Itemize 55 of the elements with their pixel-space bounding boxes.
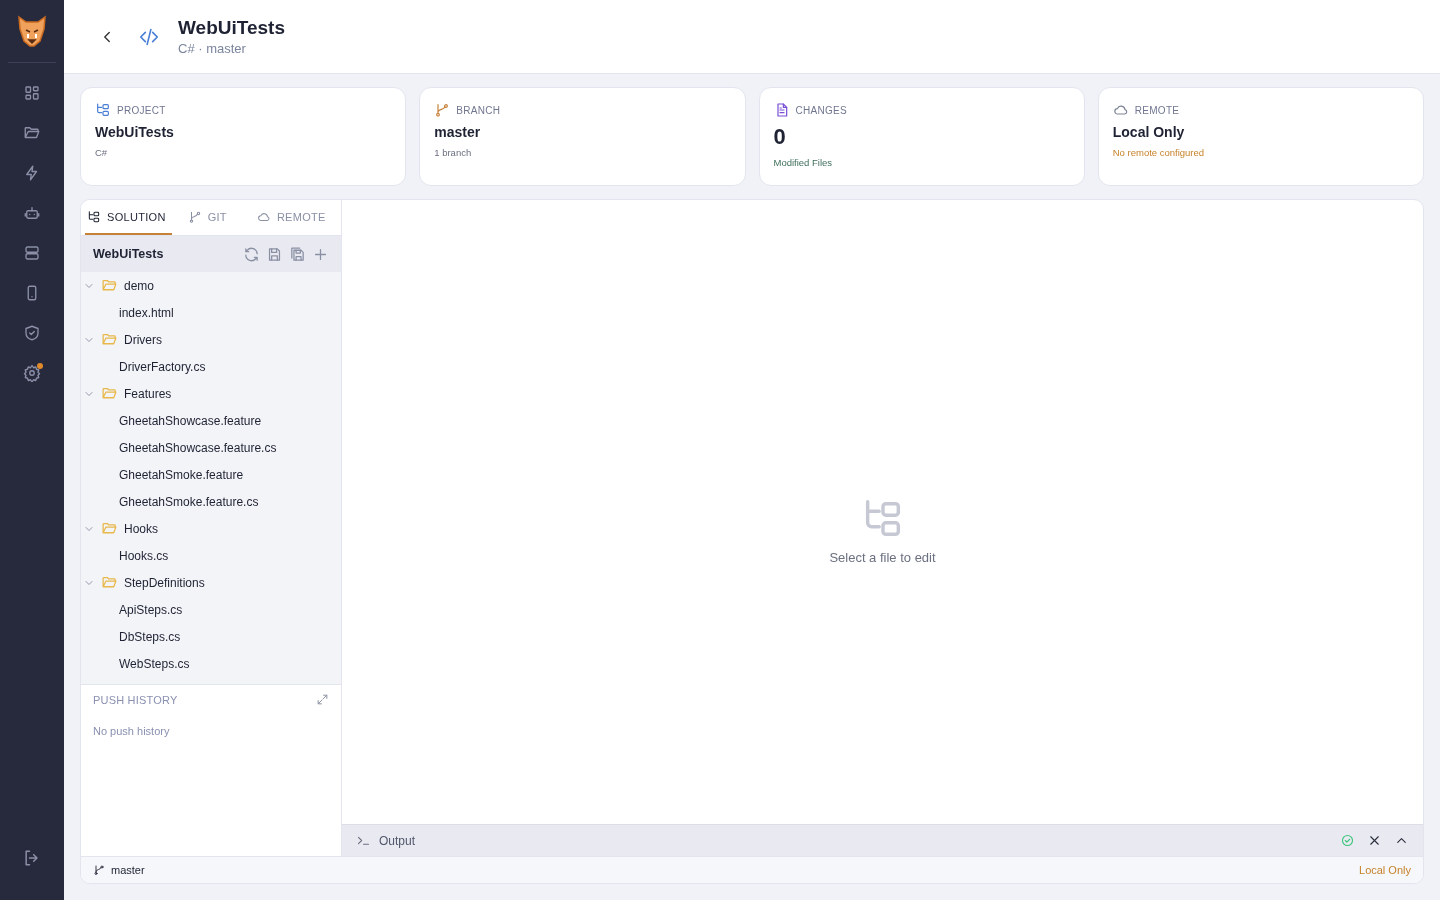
card-value: WebUiTests: [95, 124, 175, 140]
folder-tree-icon: [87, 209, 101, 224]
folder-row[interactable]: StepDefinitions: [81, 569, 341, 596]
save-all-button[interactable]: [289, 245, 306, 263]
server-icon: [23, 244, 41, 262]
folder-row[interactable]: Drivers: [81, 326, 341, 353]
status-branch: master: [111, 864, 145, 876]
file-row[interactable]: GheetahSmoke.feature.cs: [81, 488, 341, 515]
card-value: 0: [773, 124, 787, 150]
project-title: WebUiTests: [178, 17, 285, 39]
card-detail: 1 branch: [434, 147, 473, 158]
card-detail: C#: [95, 147, 109, 158]
file-row[interactable]: Hooks.cs: [81, 542, 341, 569]
refresh-button[interactable]: [243, 245, 260, 263]
card-label: CHANGES: [795, 104, 848, 116]
card-label: BRANCH: [456, 104, 501, 116]
card-label: PROJECT: [117, 104, 166, 116]
file-row[interactable]: DbSteps.cs: [81, 623, 341, 650]
file-row[interactable]: DriverFactory.cs: [81, 353, 341, 380]
card-value: master: [434, 124, 482, 140]
folder-row[interactable]: Features: [81, 380, 341, 407]
expand-icon: [316, 693, 329, 706]
file-row[interactable]: index.html: [81, 299, 341, 326]
card-value: Local Only: [1112, 124, 1186, 140]
close-button[interactable]: [1367, 833, 1382, 848]
folder-row[interactable]: demo: [81, 272, 341, 299]
status-remote: Local Only: [1359, 864, 1411, 876]
card-detail: Modified Files: [773, 157, 834, 168]
output-title: Output: [379, 833, 417, 848]
empty-history-text: No push history: [93, 725, 171, 737]
save-icon: [266, 245, 283, 263]
file-row[interactable]: GheetahShowcase.feature: [81, 407, 341, 434]
folder-tree-icon: [95, 102, 111, 118]
file-row[interactable]: GheetahShowcase.feature.cs: [81, 434, 341, 461]
project-subtitle: C# · master: [178, 41, 247, 56]
success-icon: [1340, 833, 1355, 848]
save-button[interactable]: [266, 245, 283, 263]
file-row[interactable]: ApiSteps.cs: [81, 596, 341, 623]
close-icon: [1367, 833, 1382, 848]
folder-row[interactable]: Hooks: [81, 515, 341, 542]
card-detail: No remote configured: [1112, 147, 1206, 158]
grid-icon: [23, 84, 41, 102]
robot-icon: [23, 204, 41, 222]
push-history-title: PUSH HISTORY: [93, 693, 178, 706]
expand-button[interactable]: [316, 693, 329, 706]
card-label: REMOTE: [1134, 104, 1180, 116]
empty-editor-text: Select a file to edit: [829, 549, 936, 565]
file-row[interactable]: GheetahSmoke.feature: [81, 461, 341, 488]
shield-icon: [23, 324, 41, 342]
file-row[interactable]: WebSteps.cs: [81, 650, 341, 677]
cheetah-logo: [16, 14, 48, 48]
settings-icon: [23, 364, 41, 382]
save-all-icon: [289, 245, 306, 263]
refresh-icon: [243, 245, 260, 263]
solution-name: WebUiTests: [93, 247, 165, 261]
